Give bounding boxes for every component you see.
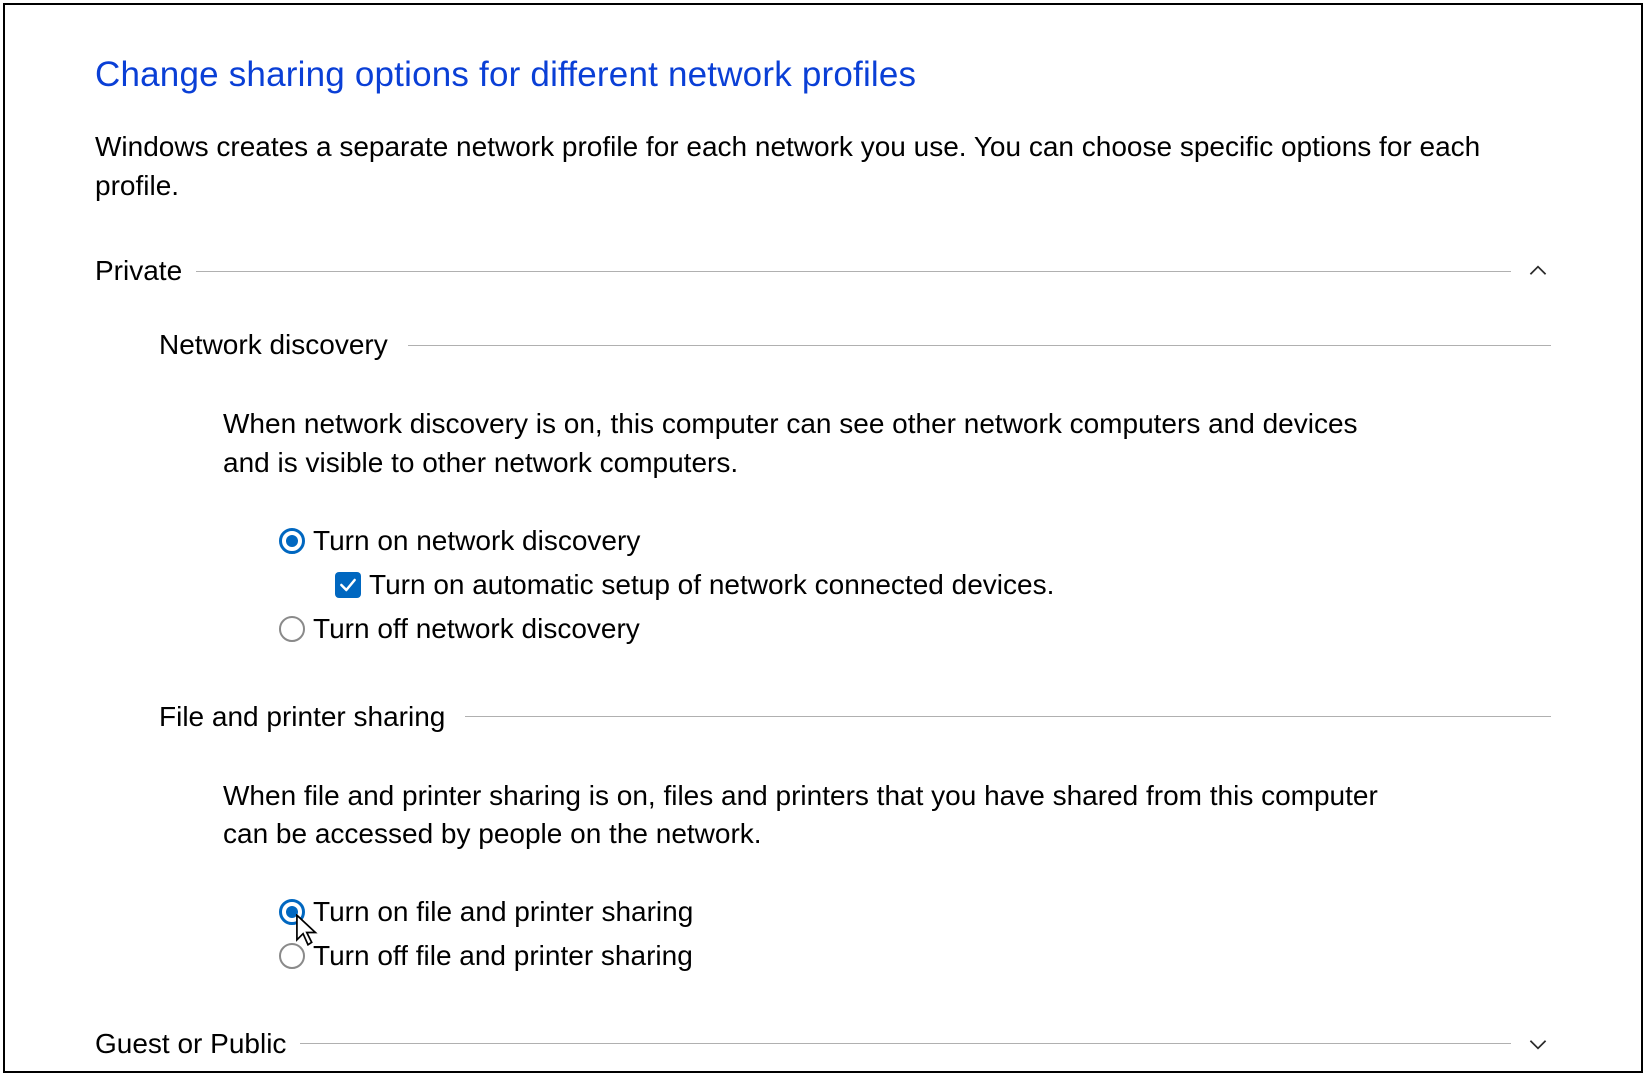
radio-icon [279,616,305,642]
file-printer-sharing-label: File and printer sharing [159,701,445,733]
checkbox-label: Turn on automatic setup of network conne… [369,569,1054,601]
network-discovery-description: When network discovery is on, this compu… [223,405,1383,482]
divider [196,271,1511,272]
subsection-network-discovery: Network discovery [159,329,1551,361]
checkbox-icon [335,572,361,598]
radio-file-sharing-on[interactable]: Turn on file and printer sharing [279,896,1551,928]
checkbox-auto-setup[interactable]: Turn on automatic setup of network conne… [335,569,1551,601]
radio-icon [279,943,305,969]
radio-label: Turn off file and printer sharing [313,940,693,972]
radio-label: Turn on network discovery [313,525,640,557]
network-discovery-label: Network discovery [159,329,388,361]
section-guest-public-header[interactable]: Guest or Public [95,1028,1551,1060]
file-printer-sharing-options: Turn on file and printer sharing Turn of… [279,896,1551,972]
radio-network-discovery-off[interactable]: Turn off network discovery [279,613,1551,645]
chevron-down-icon [1525,1031,1551,1057]
section-private-header[interactable]: Private [95,255,1551,287]
file-printer-sharing-description: When file and printer sharing is on, fil… [223,777,1383,854]
divider [465,716,1551,717]
page-description: Windows creates a separate network profi… [95,127,1495,205]
network-discovery-options: Turn on network discovery Turn on automa… [279,525,1551,645]
radio-network-discovery-on[interactable]: Turn on network discovery [279,525,1551,557]
subsection-file-printer-sharing: File and printer sharing [159,701,1551,733]
page-title: Change sharing options for different net… [95,55,1551,95]
radio-icon [279,899,305,925]
section-guest-public-label: Guest or Public [95,1028,286,1060]
radio-icon [279,528,305,554]
section-private-label: Private [95,255,182,287]
radio-label: Turn on file and printer sharing [313,896,693,928]
advanced-sharing-panel: Change sharing options for different net… [3,3,1643,1073]
divider [408,345,1551,346]
radio-file-sharing-off[interactable]: Turn off file and printer sharing [279,940,1551,972]
divider [300,1043,1511,1044]
chevron-up-icon [1525,258,1551,284]
radio-label: Turn off network discovery [313,613,640,645]
